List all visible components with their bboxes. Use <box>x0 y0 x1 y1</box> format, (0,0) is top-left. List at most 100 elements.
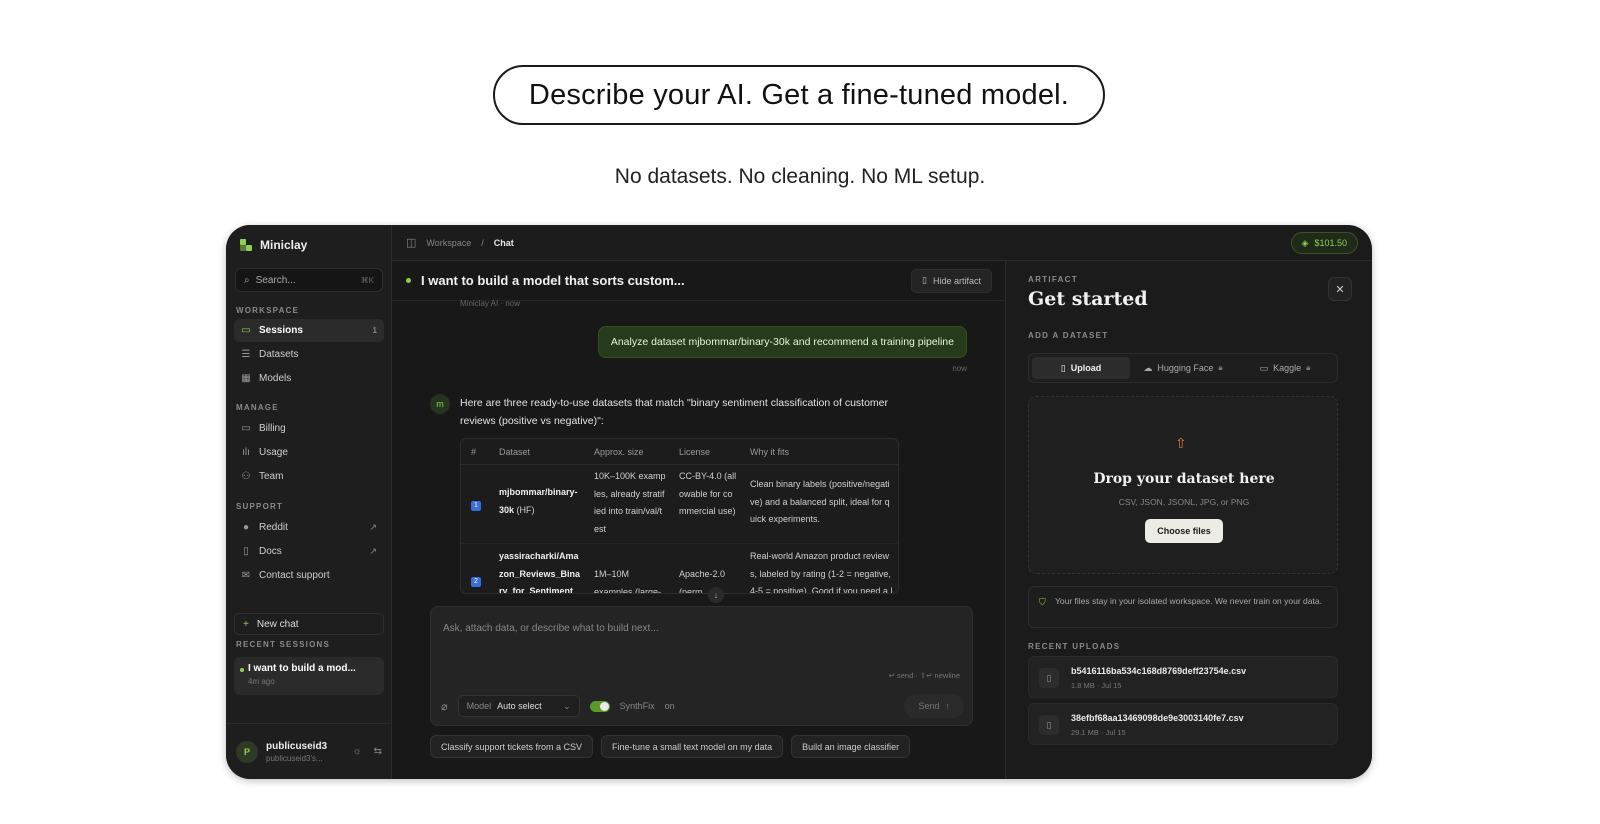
file-icon: ▯ <box>1039 715 1059 735</box>
sidebar-item-label: Reddit <box>259 522 288 533</box>
sidebar-item-reddit[interactable]: ● Reddit ↗ <box>234 516 384 539</box>
upload-meta: 1.8 MB · Jul 15 <box>1071 681 1122 690</box>
balance-badge[interactable]: ◈ $101.50 <box>1290 232 1358 254</box>
message-composer[interactable]: Ask, attach data, or describe what to bu… <box>430 606 973 726</box>
brand-name: Miniclay <box>260 238 308 252</box>
table-row: 2 yassiracharki/Amazon_Reviews_Binary_fo… <box>461 545 898 594</box>
user-message: Analyze dataset mjbommar/binary-30k and … <box>597 326 967 358</box>
model-select[interactable]: Model Auto select ⌄ <box>457 695 580 717</box>
mail-icon: ✉ <box>241 569 251 581</box>
upload-filename: 38efbf68aa13469098de9e3003140fe7.csv <box>1071 713 1244 723</box>
search-input[interactable]: ⌕ Search... ⌘K <box>235 268 383 292</box>
sidebar-item-label: Models <box>259 373 292 384</box>
tab-kaggle[interactable]: ▭ Kaggle 🔒︎ <box>1236 357 1334 379</box>
search-placeholder: Search... <box>255 274 296 286</box>
upload-filename: b5416116ba534c168d8769deff23754e.csv <box>1071 666 1247 676</box>
section-label-workspace: WORKSPACE <box>236 306 300 315</box>
sidebar-item-models[interactable]: ▦ Models <box>234 367 384 390</box>
table-header: # <box>471 447 477 457</box>
breadcrumb-current: Chat <box>493 237 514 248</box>
section-label-recent: RECENT SESSIONS <box>236 640 331 649</box>
database-icon: ☰ <box>241 348 251 360</box>
sidebar-item-label: Usage <box>259 447 288 458</box>
row-number-badge: 2 <box>471 577 481 587</box>
sidebar-item-label: Contact support <box>259 570 330 581</box>
plus-icon: + <box>243 618 249 630</box>
search-shortcut: ⌘K <box>360 275 374 285</box>
sidebar-item-label: Docs <box>259 546 282 557</box>
theme-toggle-icon[interactable]: ☼ <box>352 746 361 757</box>
composer-placeholder[interactable]: Ask, attach data, or describe what to bu… <box>443 623 659 634</box>
suggestion-chip[interactable]: Fine-tune a small text model on my data <box>601 735 784 758</box>
table-header: Approx. size <box>594 447 644 457</box>
scroll-down-icon[interactable]: ↓ <box>708 587 724 603</box>
sidebar-item-contact-support[interactable]: ✉ Contact support <box>234 564 384 587</box>
external-link-icon: ↗ <box>369 522 377 532</box>
choose-files-button[interactable]: Choose files <box>1145 519 1223 543</box>
sidebar-item-usage[interactable]: ılı Usage <box>234 441 384 464</box>
lock-icon: 🔒︎ <box>1218 363 1223 372</box>
chat-title: I want to build a model that sorts custo… <box>421 273 685 288</box>
tab-hugging-face[interactable]: ☁ Hugging Face 🔒︎ <box>1134 357 1232 379</box>
sidebar-item-billing[interactable]: ▭ Billing <box>234 417 384 440</box>
chat-icon: ▭ <box>241 324 251 336</box>
recent-upload-item[interactable]: ▯ b5416116ba534c168d8769deff23754e.csv 1… <box>1028 656 1338 698</box>
shield-icon: ⛉ <box>1039 597 1046 607</box>
send-label: Send <box>918 701 940 711</box>
card-icon: ▭ <box>241 422 251 434</box>
sidebar-item-label: Team <box>259 471 284 482</box>
top-bar: ◫ Workspace / Chat ◈ $101.50 <box>392 225 1372 261</box>
hide-artifact-button[interactable]: ▯ Hide artifact <box>911 268 992 293</box>
search-icon: ⌕ <box>244 274 250 286</box>
sidebar-item-datasets[interactable]: ☰ Datasets <box>234 343 384 366</box>
sidebar-item-team[interactable]: ⚇ Team <box>234 465 384 488</box>
send-button[interactable]: Send ↑ <box>904 694 964 718</box>
breadcrumb-workspace[interactable]: Workspace <box>426 238 471 248</box>
hero-headline: Describe your AI. Get a fine-tuned model… <box>493 65 1105 125</box>
suggestion-chip[interactable]: Classify support tickets from a CSV <box>430 735 594 758</box>
artifact-label: ARTIFACT <box>1028 275 1078 284</box>
arrow-up-icon: ↑ <box>945 701 951 711</box>
dataset-name: yassiracharki/Amazon_Reviews_Binary_for_… <box>499 551 581 594</box>
new-chat-button[interactable]: + New chat <box>234 613 384 635</box>
grid-icon: ▦ <box>241 372 251 384</box>
synthfix-state: on <box>664 701 675 711</box>
new-chat-label: New chat <box>256 618 299 630</box>
folder-icon: ▭ <box>1259 362 1269 373</box>
synthfix-toggle[interactable] <box>589 700 610 712</box>
dataset-reason-cell: Real-world Amazon product reviews, label… <box>750 551 893 594</box>
breadcrumb-separator: / <box>481 237 484 248</box>
brand[interactable]: Miniclay <box>240 238 307 252</box>
section-label-support: SUPPORT <box>236 502 284 511</box>
tab-upload[interactable]: ▯ Upload <box>1032 357 1130 379</box>
recent-session-item[interactable]: I want to build a mod... 4m ago <box>234 657 384 695</box>
drop-title: Drop your dataset here <box>1093 471 1275 487</box>
user-profile[interactable]: P publicuseid3 publicuseid3's... ☼ ⇆ <box>226 723 392 779</box>
user-workspace: publicuseid3's... <box>266 753 323 763</box>
ai-message-text: Here are three ready-to-use datasets tha… <box>460 397 889 427</box>
dataset-reason-cell: Clean binary labels (positive/negative) … <box>750 479 890 524</box>
sidebar-toggle-icon[interactable]: ◫ <box>406 236 416 249</box>
tab-label: Hugging Face <box>1157 363 1214 373</box>
artifact-title: Get started <box>1028 288 1148 310</box>
dataset-table: # Dataset Approx. size License Why it fi… <box>460 438 899 594</box>
table-header: License <box>679 447 711 457</box>
dataset-size-cell: 1M–10M examples (large-scale) <box>594 569 662 594</box>
hide-artifact-label: Hide artifact <box>932 275 981 286</box>
attach-icon[interactable]: ⌀ <box>441 700 448 713</box>
sidebar-item-docs[interactable]: ▯ Docs ↗ <box>234 540 384 563</box>
switch-account-icon[interactable]: ⇆ <box>374 746 382 757</box>
dataset-drop-zone[interactable]: ⇧ Drop your dataset here CSV, JSON, JSON… <box>1028 396 1338 574</box>
suggestion-chip[interactable]: Build an image classifier <box>791 735 911 758</box>
dataset-size-cell: 10K–100K examples, already stratified in… <box>594 471 666 534</box>
sidebar-item-sessions[interactable]: ▭ Sessions 1 <box>234 319 384 342</box>
message-meta: Miniclay AI · now <box>460 299 521 308</box>
book-icon: ▯ <box>243 545 249 557</box>
model-value: Auto select <box>497 701 542 711</box>
recent-upload-item[interactable]: ▯ 38efbf68aa13469098de9e3003140fe7.csv 2… <box>1028 703 1338 745</box>
chat-panel: I want to build a model that sorts custo… <box>392 261 1006 779</box>
model-label: Model <box>466 701 492 711</box>
close-icon[interactable]: ✕ <box>1328 277 1352 301</box>
composer-hint: ↵ send · ⇧↵ newline <box>888 671 960 680</box>
sidebar-item-label: Billing <box>259 423 286 434</box>
